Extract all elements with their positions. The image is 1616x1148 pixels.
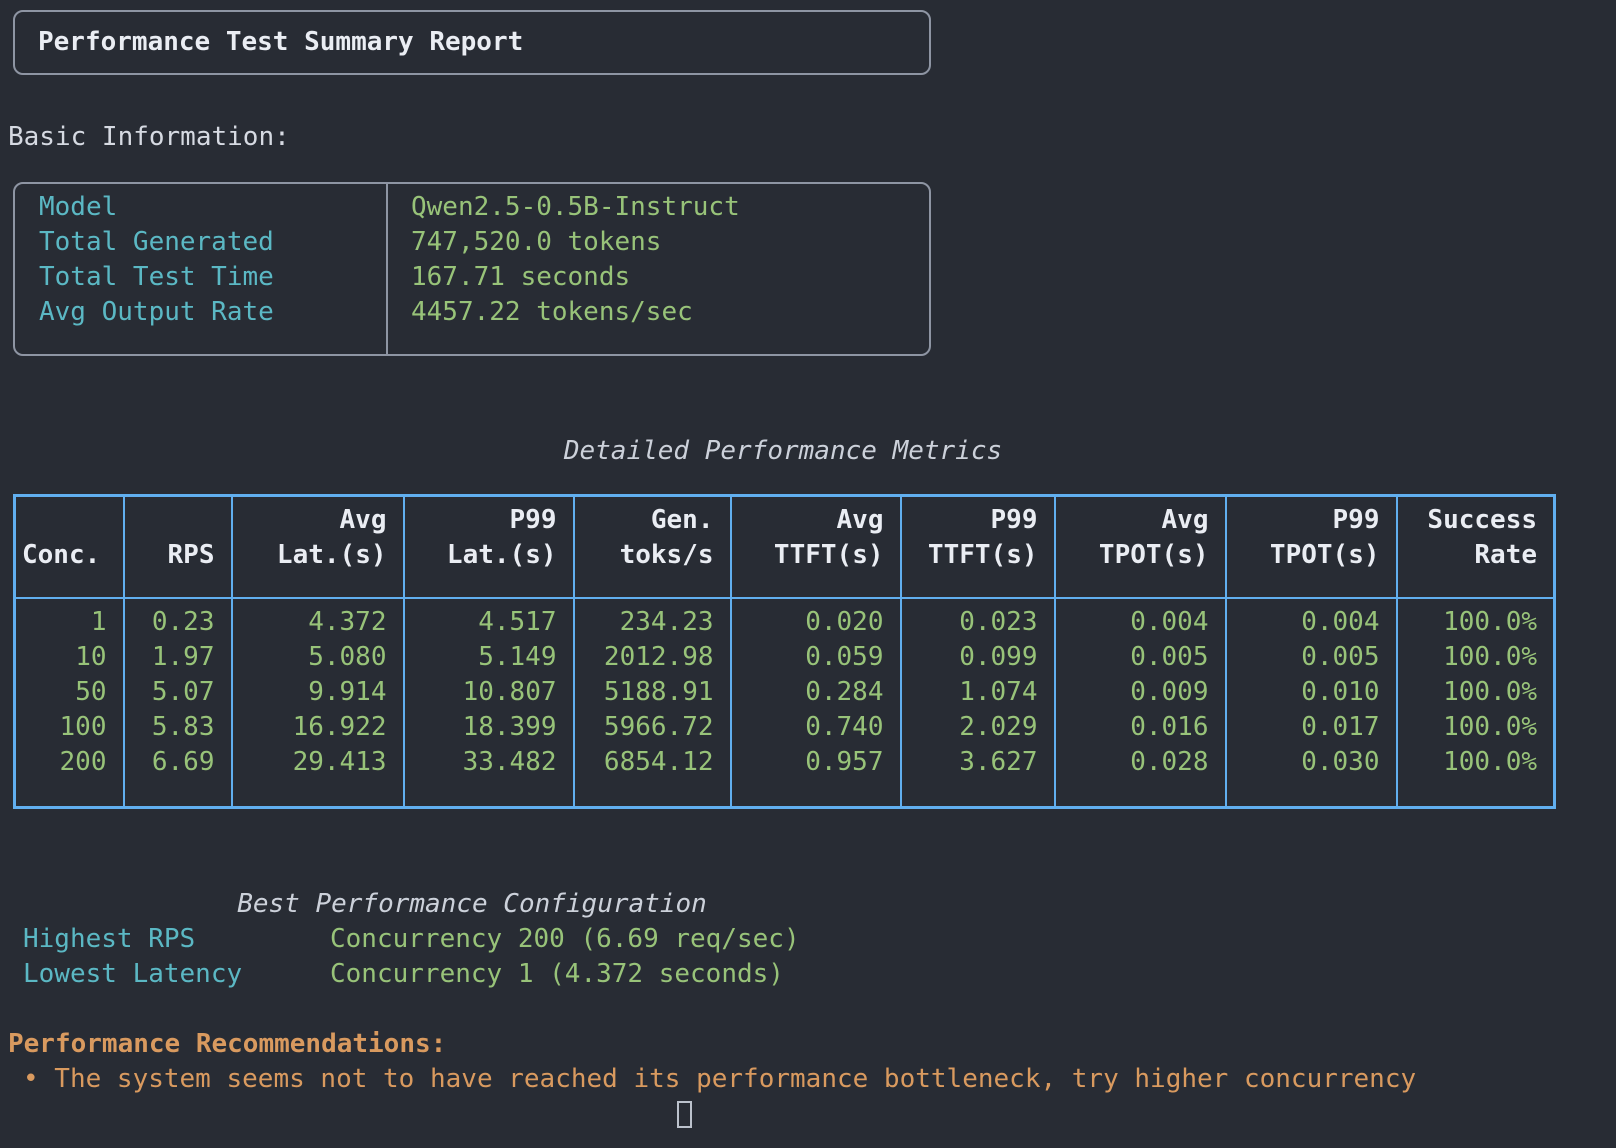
metrics-cell: 5.149 bbox=[404, 640, 574, 675]
metrics-cell: 0.23 bbox=[124, 598, 232, 640]
best-config-rows: Highest RPSConcurrency 200 (6.69 req/sec… bbox=[23, 922, 800, 992]
metrics-row: 10.234.3724.517234.230.0200.0230.0040.00… bbox=[15, 598, 1555, 640]
metrics-cell: 4.517 bbox=[404, 598, 574, 640]
metrics-cell: 4.372 bbox=[232, 598, 404, 640]
basic-info-values: Qwen2.5-0.5B-Instruct747,520.0 tokens167… bbox=[388, 184, 929, 354]
metrics-column-header: Avg TTFT(s) bbox=[731, 496, 901, 599]
metrics-cell: 0.004 bbox=[1055, 598, 1226, 640]
metrics-cell: 2.029 bbox=[901, 710, 1055, 745]
report-title-box: Performance Test Summary Report bbox=[13, 10, 931, 75]
metrics-cell: 0.099 bbox=[901, 640, 1055, 675]
info-label: Model bbox=[39, 190, 386, 225]
metrics-cell: 33.482 bbox=[404, 745, 574, 808]
metrics-body: 10.234.3724.517234.230.0200.0230.0040.00… bbox=[15, 598, 1555, 808]
metrics-cell: 100.0% bbox=[1397, 745, 1555, 808]
metrics-cell: 16.922 bbox=[232, 710, 404, 745]
metrics-cell: 0.028 bbox=[1055, 745, 1226, 808]
metrics-cell: 0.005 bbox=[1055, 640, 1226, 675]
metrics-column-header: P99 TPOT(s) bbox=[1226, 496, 1397, 599]
metrics-table: Conc.RPSAvg Lat.(s)P99 Lat.(s)Gen. toks/… bbox=[13, 494, 1556, 809]
metrics-column-header: P99 Lat.(s) bbox=[404, 496, 574, 599]
metrics-cell: 0.020 bbox=[731, 598, 901, 640]
metrics-cell: 0.010 bbox=[1226, 675, 1397, 710]
metrics-cell: 100.0% bbox=[1397, 640, 1555, 675]
report-title: Performance Test Summary Report bbox=[38, 25, 523, 60]
metrics-row: 2006.6929.41333.4826854.120.9573.6270.02… bbox=[15, 745, 1555, 808]
metrics-cell: 10 bbox=[15, 640, 124, 675]
metrics-cell: 10.807 bbox=[404, 675, 574, 710]
metrics-column-header: P99 TTFT(s) bbox=[901, 496, 1055, 599]
metrics-cell: 0.005 bbox=[1226, 640, 1397, 675]
terminal-cursor bbox=[677, 1101, 692, 1128]
metrics-cell: 9.914 bbox=[232, 675, 404, 710]
info-value: 747,520.0 tokens bbox=[411, 225, 929, 260]
metrics-cell: 100.0% bbox=[1397, 675, 1555, 710]
metrics-cell: 5188.91 bbox=[574, 675, 731, 710]
metrics-column-header: Avg TPOT(s) bbox=[1055, 496, 1226, 599]
info-label: Total Generated bbox=[39, 225, 386, 260]
metrics-header-row: Conc.RPSAvg Lat.(s)P99 Lat.(s)Gen. toks/… bbox=[15, 496, 1555, 599]
metrics-cell: 0.004 bbox=[1226, 598, 1397, 640]
recommendation-item: • The system seems not to have reached i… bbox=[23, 1062, 1416, 1097]
metrics-cell: 1.97 bbox=[124, 640, 232, 675]
metrics-cell: 1 bbox=[15, 598, 124, 640]
metrics-cell: 1.074 bbox=[901, 675, 1055, 710]
metrics-cell: 0.016 bbox=[1055, 710, 1226, 745]
metrics-column-header: Avg Lat.(s) bbox=[232, 496, 404, 599]
metrics-cell: 0.017 bbox=[1226, 710, 1397, 745]
config-value: Concurrency 200 (6.69 req/sec) bbox=[330, 922, 800, 957]
metrics-title: Detailed Performance Metrics bbox=[13, 434, 1553, 469]
metrics-cell: 50 bbox=[15, 675, 124, 710]
metrics-cell: 100.0% bbox=[1397, 710, 1555, 745]
metrics-cell: 100.0% bbox=[1397, 598, 1555, 640]
recommendations-heading: Performance Recommendations: bbox=[8, 1027, 446, 1062]
metrics-cell: 200 bbox=[15, 745, 124, 808]
metrics-cell: 5966.72 bbox=[574, 710, 731, 745]
metrics-cell: 234.23 bbox=[574, 598, 731, 640]
metrics-cell: 0.284 bbox=[731, 675, 901, 710]
metrics-cell: 3.627 bbox=[901, 745, 1055, 808]
metrics-cell: 0.059 bbox=[731, 640, 901, 675]
metrics-column-header: Conc. bbox=[15, 496, 124, 599]
metrics-column-header: RPS bbox=[124, 496, 232, 599]
config-label: Lowest Latency bbox=[23, 957, 330, 992]
info-value: 167.71 seconds bbox=[411, 260, 929, 295]
metrics-cell: 100 bbox=[15, 710, 124, 745]
metrics-row: 505.079.91410.8075188.910.2841.0740.0090… bbox=[15, 675, 1555, 710]
metrics-cell: 6.69 bbox=[124, 745, 232, 808]
basic-info-heading: Basic Information: bbox=[8, 120, 290, 155]
metrics-cell: 0.030 bbox=[1226, 745, 1397, 808]
info-label: Avg Output Rate bbox=[39, 295, 386, 330]
info-value: Qwen2.5-0.5B-Instruct bbox=[411, 190, 929, 225]
metrics-column-header: Success Rate bbox=[1397, 496, 1555, 599]
metrics-cell: 0.957 bbox=[731, 745, 901, 808]
metrics-cell: 29.413 bbox=[232, 745, 404, 808]
recommendations-list: • The system seems not to have reached i… bbox=[23, 1062, 1416, 1097]
config-label: Highest RPS bbox=[23, 922, 330, 957]
metrics-cell: 5.83 bbox=[124, 710, 232, 745]
metrics-cell: 6854.12 bbox=[574, 745, 731, 808]
metrics-cell: 0.023 bbox=[901, 598, 1055, 640]
basic-info-labels: ModelTotal GeneratedTotal Test TimeAvg O… bbox=[15, 184, 388, 354]
metrics-row: 1005.8316.92218.3995966.720.7402.0290.01… bbox=[15, 710, 1555, 745]
config-value: Concurrency 1 (4.372 seconds) bbox=[330, 957, 800, 992]
basic-info-box: ModelTotal GeneratedTotal Test TimeAvg O… bbox=[13, 182, 931, 356]
metrics-cell: 18.399 bbox=[404, 710, 574, 745]
best-config-title: Best Performance Configuration bbox=[13, 887, 931, 922]
metrics-column-header: Gen. toks/s bbox=[574, 496, 731, 599]
metrics-cell: 0.009 bbox=[1055, 675, 1226, 710]
metrics-cell: 5.07 bbox=[124, 675, 232, 710]
metrics-row: 101.975.0805.1492012.980.0590.0990.0050.… bbox=[15, 640, 1555, 675]
metrics-cell: 5.080 bbox=[232, 640, 404, 675]
info-value: 4457.22 tokens/sec bbox=[411, 295, 929, 330]
metrics-cell: 0.740 bbox=[731, 710, 901, 745]
info-label: Total Test Time bbox=[39, 260, 386, 295]
metrics-cell: 2012.98 bbox=[574, 640, 731, 675]
